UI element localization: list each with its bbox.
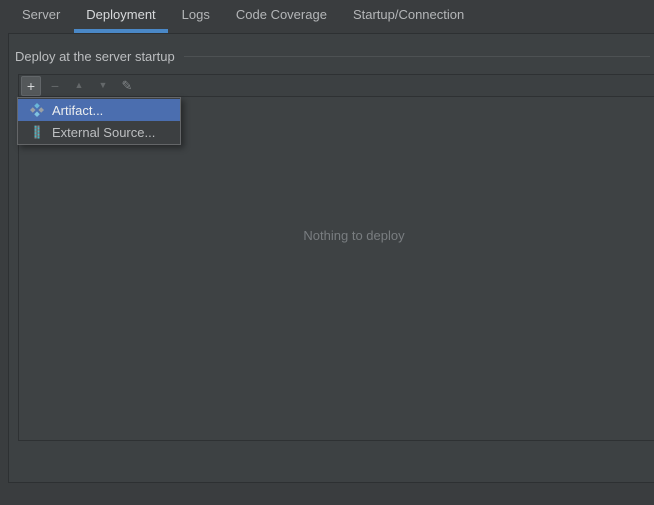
tab-code-coverage[interactable]: Code Coverage: [224, 0, 339, 33]
pencil-icon: ✎: [121, 78, 133, 93]
plus-icon: +: [26, 77, 36, 94]
minus-icon: −: [50, 77, 60, 94]
move-up-button[interactable]: ▲: [69, 76, 89, 96]
deploy-at-startup-separator: Deploy at the server startup: [15, 46, 650, 66]
tab-startup-connection[interactable]: Startup/Connection: [341, 0, 476, 33]
tab-logs[interactable]: Logs: [170, 0, 222, 33]
add-button[interactable]: +: [21, 75, 41, 96]
external-source-icon: [30, 125, 44, 139]
tab-server[interactable]: Server: [10, 0, 72, 33]
group-title: Deploy at the server startup: [15, 48, 175, 64]
menu-item-label: External Source...: [52, 124, 156, 140]
move-down-button[interactable]: ▼: [93, 76, 113, 96]
artifact-icon: [30, 103, 44, 117]
menu-item-artifact[interactable]: Artifact...: [18, 99, 180, 121]
separator-rule: [183, 55, 650, 57]
list-toolbar: + − ▲ ▼ ✎: [19, 75, 654, 97]
arrow-down-icon: ▼: [98, 80, 108, 90]
run-configuration-dialog: Server Deployment Logs Code Coverage Sta…: [0, 0, 654, 505]
menu-item-label: Artifact...: [52, 102, 104, 118]
edit-button[interactable]: ✎: [117, 76, 137, 96]
config-tab-bar: Server Deployment Logs Code Coverage Sta…: [0, 0, 654, 33]
arrow-up-icon: ▲: [74, 80, 84, 90]
add-popup-menu: Artifact... External Source...: [17, 97, 181, 145]
tab-deployment[interactable]: Deployment: [74, 0, 168, 33]
empty-list-message: Nothing to deploy: [303, 228, 405, 243]
deployment-list[interactable]: Nothing to deploy: [19, 97, 654, 441]
menu-item-external-source[interactable]: External Source...: [18, 121, 180, 143]
remove-button[interactable]: −: [45, 76, 65, 96]
